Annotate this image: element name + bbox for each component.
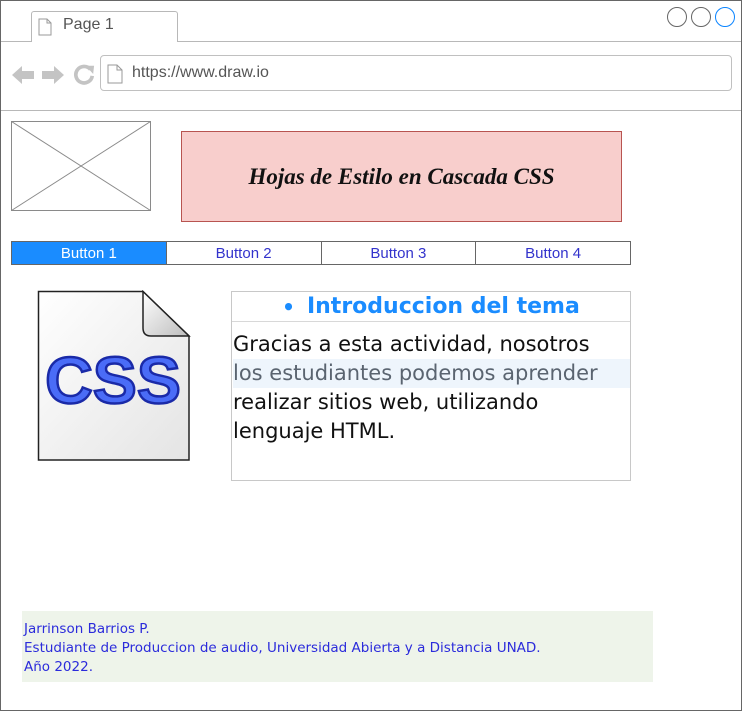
bullet-icon: • <box>282 294 295 319</box>
arrow-right-icon[interactable] <box>41 64 65 86</box>
window-control-circle-icon[interactable] <box>715 7 735 27</box>
content-line: lenguaje HTML. <box>233 419 396 443</box>
tab-page-1[interactable]: Page 1 <box>31 11 178 42</box>
content-body: Gracias a esta actividad, nosotros los e… <box>232 322 630 446</box>
reload-icon[interactable] <box>72 63 96 85</box>
content-heading: • Introduccion del tema <box>232 292 630 322</box>
footer-author: Jarrinson Barrios P. <box>24 621 150 637</box>
css-icon-text: CSS <box>45 343 181 417</box>
navigation-bar: https://www.draw.io <box>1 42 741 111</box>
page-title-box: Hojas de Estilo en Cascada CSS <box>181 131 622 222</box>
window-control-circle-icon[interactable] <box>667 7 687 27</box>
content-line-selected: los estudiantes podemos aprender <box>233 359 630 388</box>
page-icon <box>107 64 123 84</box>
page-title: Hojas de Estilo en Cascada CSS <box>248 163 555 189</box>
window-control-circle-icon[interactable] <box>691 7 711 27</box>
css-file-icon: CSS <box>37 290 191 461</box>
footer-year: Año 2022. <box>24 659 93 675</box>
url-bar[interactable]: https://www.draw.io <box>100 55 732 91</box>
arrow-left-icon[interactable] <box>11 64 35 86</box>
url-text: https://www.draw.io <box>132 64 269 81</box>
image-placeholder-icon <box>11 121 151 211</box>
footer: Jarrinson Barrios P. Estudiante de Produ… <box>22 611 653 682</box>
button-3[interactable]: Button 3 <box>320 242 476 264</box>
button-1[interactable]: Button 1 <box>12 242 166 264</box>
content-panel: • Introduccion del tema Gracias a esta a… <box>231 291 631 481</box>
page-icon <box>38 18 52 36</box>
button-4[interactable]: Button 4 <box>475 242 630 264</box>
button-bar: Button 1 Button 2 Button 3 Button 4 <box>11 241 631 265</box>
footer-affiliation: Estudiante de Produccion de audio, Unive… <box>24 640 541 656</box>
button-2[interactable]: Button 2 <box>165 242 321 264</box>
tab-strip: Page 1 <box>1 1 741 42</box>
content-line: Gracias a esta actividad, nosotros <box>233 332 590 356</box>
content-line: realizar sitios web, utilizando <box>233 390 539 414</box>
content-heading-text: Introduccion del tema <box>306 294 580 319</box>
tab-label: Page 1 <box>63 16 114 33</box>
browser-window: Page 1 https://www.draw.io Hojas de Esti… <box>0 0 742 711</box>
